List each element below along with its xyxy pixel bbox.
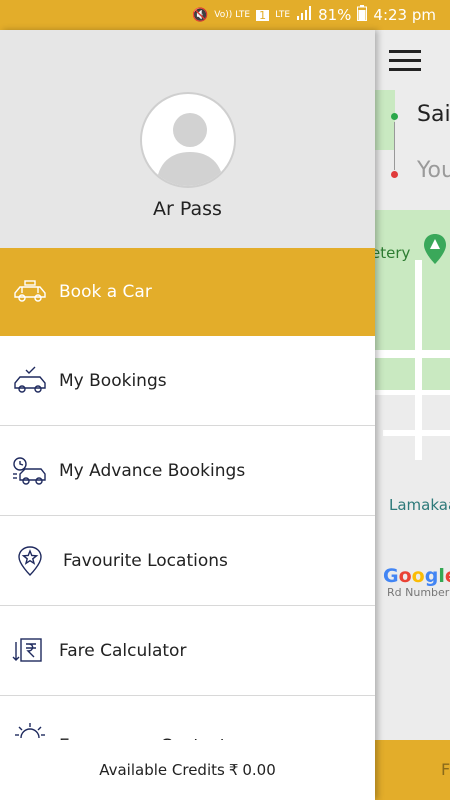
navigation-drawer: Ar Pass Book a Car My Bookings My Advanc… [0,30,375,800]
menu-item-book-a-car[interactable]: Book a Car [0,248,375,336]
credits-value: 0.00 [242,761,276,779]
menu-hamburger-icon[interactable] [389,50,421,72]
car-icon [12,277,48,307]
park-pin-icon [423,234,447,264]
google-logo: Google [383,565,450,587]
menu-label: Favourite Locations [63,550,228,571]
lte-indicator: LTE [275,9,291,20]
signal-icon [296,5,312,25]
mute-icon: 🔇 [192,7,209,23]
map-label-road: Rd Number [387,586,450,599]
menu-item-my-advance-bookings[interactable]: My Advance Bookings [0,426,375,516]
clock: 4:23 pm [373,6,436,24]
battery-icon [357,5,368,25]
status-bar: 🔇 Vo)) LTE 1 LTE 81% 4:23 pm [0,0,450,30]
sim-indicator: 1 [256,9,270,21]
map-bottom-button[interactable]: F [375,740,450,800]
avatar[interactable] [140,92,236,188]
battery-percent: 81% [318,6,352,24]
pickup-location[interactable]: Sai [417,102,450,127]
drop-location[interactable]: You [417,158,450,183]
drawer-menu: Book a Car My Bookings My Advance Bookin… [0,248,375,756]
map-label-cemetery: etery [375,244,411,262]
credits-currency: ₹ [228,761,239,779]
menu-item-my-bookings[interactable]: My Bookings [0,336,375,426]
menu-item-fare-calculator[interactable]: Fare Calculator [0,606,375,696]
map-label-lamakaan: Lamakaa [389,496,450,514]
rupee-arrows-icon [12,636,48,666]
menu-label: Book a Car [59,282,152,302]
menu-label: My Advance Bookings [59,460,246,481]
volte-indicator: Vo)) LTE [214,9,251,20]
drawer-header: Ar Pass [0,30,375,248]
map-view[interactable]: Sai You etery Lamakaa Google Rd Number F [375,30,450,800]
location-star-icon [12,545,48,576]
credits-label: Available Credits [99,761,225,779]
car-check-icon [12,366,48,396]
menu-label: My Bookings [59,370,167,391]
available-credits: Available Credits ₹ 0.00 [0,740,375,800]
pickup-dot [391,113,398,120]
drop-dot [391,171,398,178]
car-clock-icon [12,456,48,486]
menu-item-favourite-locations[interactable]: Favourite Locations [0,516,375,606]
menu-label: Fare Calculator [59,640,187,661]
user-name: Ar Pass [153,198,222,220]
